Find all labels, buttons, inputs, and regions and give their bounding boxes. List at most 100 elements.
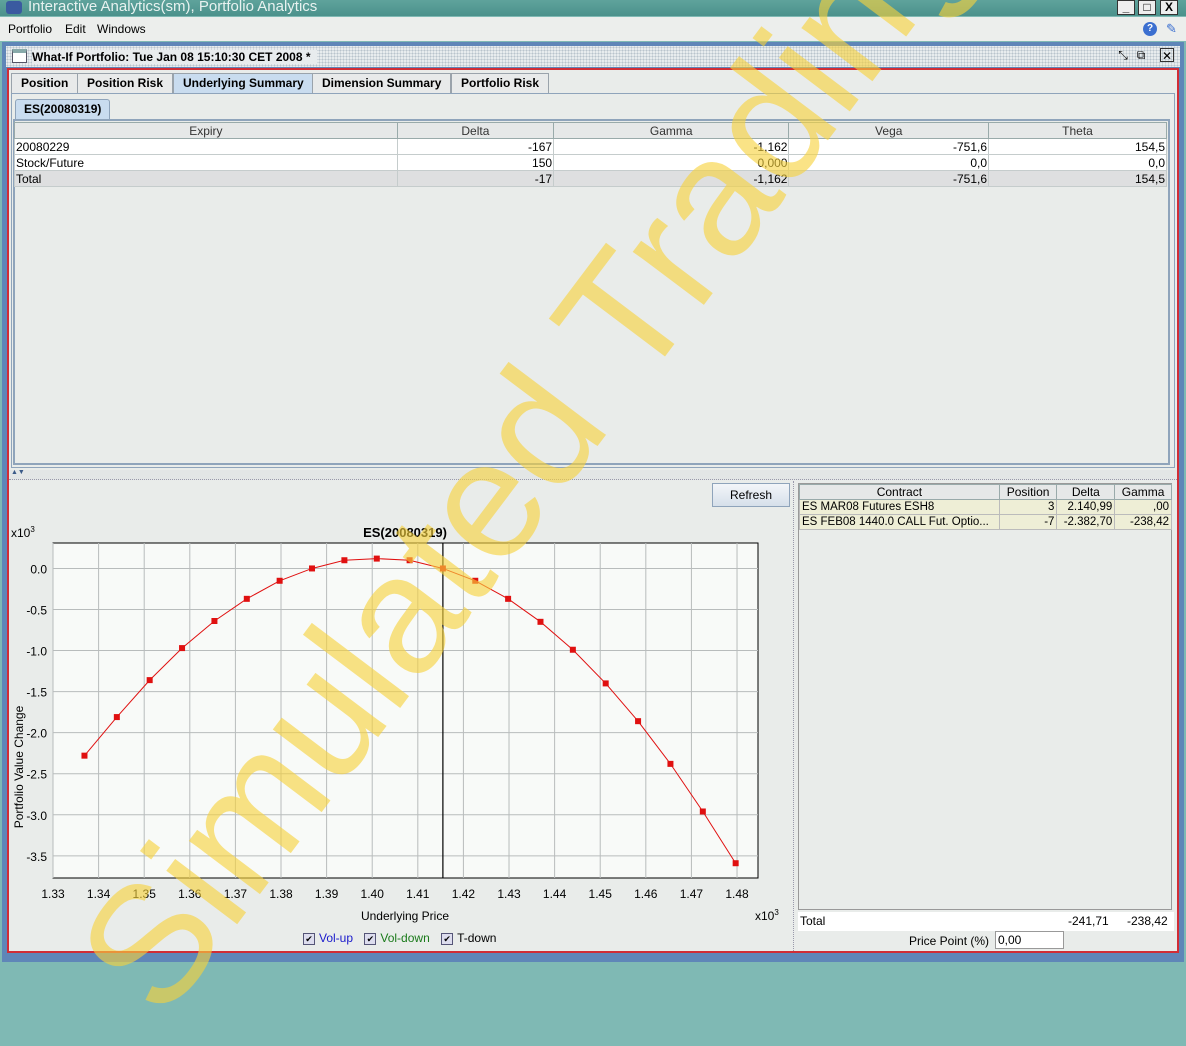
checkbox-t-down[interactable]: ✔	[441, 932, 454, 945]
total-delta: -241,71	[1068, 914, 1109, 928]
cell: 150	[396, 154, 555, 171]
menu-bar	[0, 17, 1186, 41]
help-icon[interactable]: ?	[1143, 22, 1157, 36]
col-delta[interactable]: Delta	[1056, 484, 1116, 500]
tab-es-20080319[interactable]: ES(20080319)	[15, 99, 111, 119]
split-pane-divider[interactable]	[9, 470, 1177, 480]
legend-label: Vol-up	[319, 931, 354, 945]
price-point-label: Price Point (%)	[909, 934, 990, 948]
table-row[interactable]: ES FEB08 1440.0 CALL Fut. Optio... -7 -2.3…	[799, 514, 1172, 530]
cell: -7	[998, 514, 1058, 530]
chart-title: ES(20080319)	[363, 525, 447, 540]
cell: Stock/Future	[14, 154, 398, 171]
y-tick-label: -2.0	[26, 727, 47, 741]
price-point-input[interactable]: 0,00	[995, 931, 1064, 949]
split-arrows-icon[interactable]: ▲▼	[11, 469, 25, 476]
col-expiry[interactable]: Expiry	[14, 122, 398, 139]
cell: 0,0	[988, 154, 1167, 171]
data-point	[113, 714, 120, 721]
legend-vol-up[interactable]: ✔ Vol-up	[303, 931, 353, 945]
x-multiplier: x103	[755, 908, 779, 923]
x-tick-label: 1.45	[589, 887, 613, 901]
y-multiplier: x103	[11, 525, 35, 540]
x-tick-label: 1.47	[680, 887, 704, 901]
table-row[interactable]: 20080229 -167 -1,162 -751,6 154,5	[14, 138, 1167, 155]
legend-label: Vol-down	[380, 931, 430, 945]
x-tick-label: 1.44	[543, 887, 567, 901]
col-gamma[interactable]: Gamma	[553, 122, 790, 139]
cell: ES MAR08 Futures ESH8	[799, 499, 1000, 515]
menu-windows[interactable]: Windows	[97, 22, 146, 36]
checkbox-vol-down[interactable]: ✔	[364, 932, 377, 945]
cell: 154,5	[988, 138, 1167, 155]
col-vega[interactable]: Vega	[788, 122, 989, 139]
menu-edit[interactable]: Edit	[65, 22, 86, 36]
y-tick-label: -3.5	[26, 850, 47, 864]
cell: -751,6	[788, 138, 989, 155]
legend-vol-down[interactable]: ✔ Vol-down	[364, 931, 430, 945]
x-tick-label: 1.36	[178, 887, 202, 901]
data-point	[667, 760, 674, 767]
checkbox-vol-up[interactable]: ✔	[303, 932, 315, 945]
x-tick-label: 1.34	[87, 887, 111, 901]
col-gamma[interactable]: Gamma	[1114, 484, 1172, 500]
table-row-total[interactable]: Total -17 -1,162 -751,6 154,5	[14, 170, 1167, 187]
close-frame-icon[interactable]: ✕	[1160, 48, 1174, 63]
plot-area	[52, 542, 759, 879]
data-point	[211, 618, 218, 625]
cell: 2.140,99	[1056, 499, 1116, 515]
table-row[interactable]: Stock/Future 150 0,000 0,0 0,0	[14, 154, 1167, 171]
data-point	[373, 555, 380, 562]
x-tick-label: 1.39	[315, 887, 339, 901]
y-tick-label: -3.0	[26, 809, 47, 823]
app-icon	[6, 1, 22, 14]
y-tick-label: -2.5	[26, 768, 47, 782]
cell: -751,6	[788, 170, 989, 187]
data-point	[699, 808, 706, 815]
col-delta[interactable]: Delta	[396, 122, 555, 139]
close-button[interactable]: X	[1160, 0, 1178, 15]
data-point	[569, 646, 576, 653]
tab-dimension-summary[interactable]: Dimension Summary	[312, 73, 452, 93]
col-position[interactable]: Position	[998, 484, 1058, 500]
tab-portfolio-risk[interactable]: Portfolio Risk	[451, 73, 550, 93]
tab-position-risk[interactable]: Position Risk	[77, 73, 174, 93]
cell: Total	[14, 170, 398, 187]
pnl-chart: 1.33 1.34 1.35 1.36 1.37 1.38 1.39 1.40 1.41 1.42…	[11, 525, 779, 923]
frame-title: What-If Portfolio: Tue Jan 08 15:10:30 C…	[32, 50, 317, 64]
cell: -2.382,70	[1056, 514, 1116, 530]
window-title-bar: Interactive Analytics(sm), Portfolio Ana…	[0, 0, 1186, 16]
tab-position[interactable]: Position	[11, 73, 79, 93]
cell: 20080229	[14, 138, 398, 155]
data-point	[505, 595, 512, 602]
cell: ,00	[1114, 499, 1172, 515]
iconify-icon[interactable]: ⤡	[1116, 48, 1130, 62]
cell: -167	[396, 138, 555, 155]
contracts-table-container	[798, 483, 1172, 910]
y-tick-label: -0.5	[26, 604, 47, 618]
col-theta[interactable]: Theta	[988, 122, 1167, 139]
cell: -238,42	[1114, 514, 1172, 530]
data-point	[537, 618, 544, 625]
x-tick-label: 1.40	[361, 887, 385, 901]
data-point	[309, 565, 316, 572]
maximize-frame-icon[interactable]: ⧉	[1134, 48, 1148, 62]
x-tick-label: 1.43	[497, 887, 521, 901]
pin-icon[interactable]: ✎	[1166, 21, 1177, 37]
menu-portfolio[interactable]: Portfolio	[8, 22, 52, 36]
legend-t-down[interactable]: ✔ T-down	[441, 931, 496, 945]
x-tick-label: 1.35	[133, 887, 157, 901]
contracts-total-row: Total -241,71 -238,42	[798, 912, 1174, 931]
x-tick-label: 1.48	[725, 887, 749, 901]
y-axis-label: Portfolio Value Change	[12, 705, 26, 828]
y-tick-label: -1.0	[26, 645, 47, 659]
table-row[interactable]: ES MAR08 Futures ESH8 3 2.140,99,00	[799, 499, 1172, 515]
maximize-button[interactable]: □	[1138, 0, 1156, 15]
total-label: Total	[800, 914, 826, 928]
x-tick-label: 1.37	[224, 887, 248, 901]
col-contract[interactable]: Contract	[799, 484, 1000, 500]
tab-underlying-summary[interactable]: Underlying Summary	[173, 73, 314, 93]
data-point	[341, 557, 348, 564]
minimize-button[interactable]: _	[1117, 0, 1135, 15]
x-axis-label: Underlying Price	[361, 909, 449, 923]
